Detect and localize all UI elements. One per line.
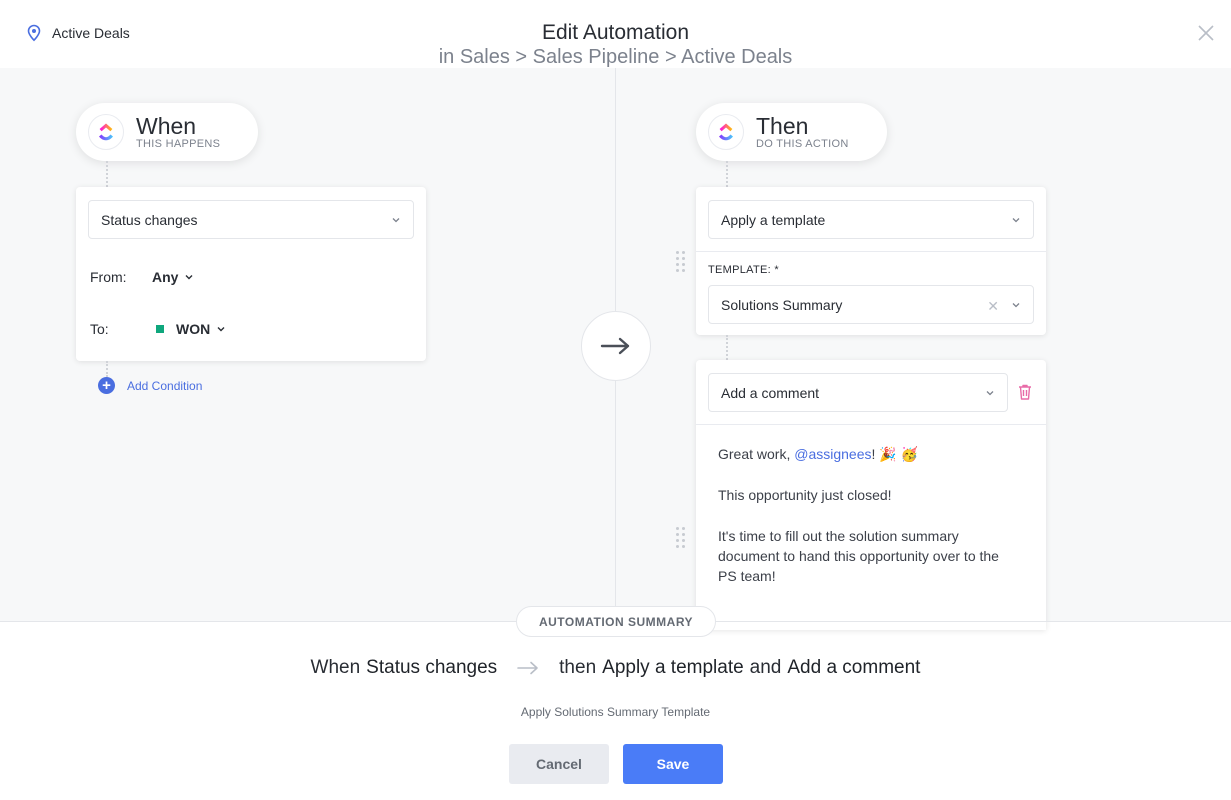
when-title: When <box>136 113 197 139</box>
chevron-down-icon <box>217 327 225 332</box>
assignees-mention[interactable]: @assignees <box>794 446 871 462</box>
comment-body[interactable]: Great work, @assignees! 🎉 🥳 This opportu… <box>718 444 1018 607</box>
comment-greeting: Great work, <box>718 446 795 462</box>
to-value: WON <box>176 321 211 337</box>
flow-arrow <box>581 311 651 381</box>
template-label: TEMPLATE: * <box>708 264 779 276</box>
chevron-down-icon <box>1012 303 1020 308</box>
action1-value: Apply a template <box>721 211 826 228</box>
trigger-select[interactable]: Status changes <box>88 200 414 239</box>
then-title: Then <box>756 113 809 139</box>
trash-icon[interactable] <box>1017 383 1033 401</box>
cancel-button[interactable]: Cancel <box>509 744 609 784</box>
arrow-right-icon <box>517 661 538 675</box>
summary-action2: Add a comment <box>787 657 921 678</box>
chevron-down-icon <box>986 391 994 396</box>
plus-icon: + <box>98 377 115 394</box>
summary-and: and <box>749 657 782 678</box>
clickup-logo-icon <box>88 114 124 150</box>
summary-label: AUTOMATION SUMMARY <box>516 606 716 637</box>
save-button[interactable]: Save <box>623 744 723 784</box>
close-icon[interactable] <box>1195 22 1217 44</box>
to-label: To: <box>90 321 109 337</box>
status-color-swatch <box>156 325 164 333</box>
summary-subtext: Apply Solutions Summary Template <box>520 705 711 719</box>
chevron-down-icon <box>185 275 193 280</box>
summary-sentence: When Status changes then Apply a templat… <box>0 657 1231 679</box>
to-dropdown[interactable]: WON <box>156 321 226 337</box>
summary-trigger: Status changes <box>366 657 498 678</box>
summary-when: When <box>310 657 361 678</box>
from-label: From: <box>90 269 127 285</box>
drag-handle-icon[interactable] <box>676 251 686 272</box>
summary-action1: Apply a template <box>602 657 744 678</box>
then-header-pill: Then DO THIS ACTION <box>696 103 887 161</box>
add-condition-button[interactable]: + Add Condition <box>98 377 202 394</box>
template-value: Solutions Summary <box>721 296 843 313</box>
when-subtitle: THIS HAPPENS <box>136 138 221 150</box>
edit-automation-modal: Active Deals Edit Automation in Sales > … <box>0 0 1231 800</box>
connector-line <box>106 361 108 377</box>
then-subtitle: DO THIS ACTION <box>756 138 849 150</box>
clickup-logo-icon <box>708 114 744 150</box>
comment-line-1: Great work, @assignees! 🎉 🥳 <box>718 444 1018 464</box>
action2-select[interactable]: Add a comment <box>708 373 1008 412</box>
summary-then: then <box>559 657 597 678</box>
action1-select[interactable]: Apply a template <box>708 200 1034 239</box>
connector-line <box>726 161 728 187</box>
trigger-value: Status changes <box>101 211 198 228</box>
comment-line-3: It's time to fill out the solution summa… <box>718 528 999 584</box>
connector-line <box>106 161 108 187</box>
card-divider <box>696 424 1046 425</box>
page-subtitle: in Sales > Sales Pipeline > Active Deals <box>438 46 793 68</box>
chevron-down-icon <box>392 218 400 223</box>
action2-value: Add a comment <box>721 384 820 401</box>
comment-line-2: This opportunity just closed! <box>718 487 892 503</box>
title-block: Edit Automation in Sales > Sales Pipelin… <box>0 20 1231 68</box>
comment-emoji: ! 🎉 🥳 <box>871 446 919 462</box>
add-condition-label: Add Condition <box>127 378 203 393</box>
arrow-right-icon <box>600 337 630 355</box>
page-title: Edit Automation <box>541 21 690 44</box>
from-dropdown[interactable]: Any <box>152 269 194 285</box>
template-select[interactable]: Solutions Summary ✕ <box>708 285 1034 324</box>
card-divider <box>696 251 1046 252</box>
chevron-down-icon <box>1012 218 1020 223</box>
from-value: Any <box>152 269 179 285</box>
modal-header: Active Deals Edit Automation in Sales > … <box>0 0 1231 68</box>
connector-line <box>726 335 728 360</box>
clear-icon[interactable]: ✕ <box>987 298 999 315</box>
when-header-pill: When THIS HAPPENS <box>76 103 258 161</box>
drag-handle-icon[interactable] <box>676 527 686 548</box>
